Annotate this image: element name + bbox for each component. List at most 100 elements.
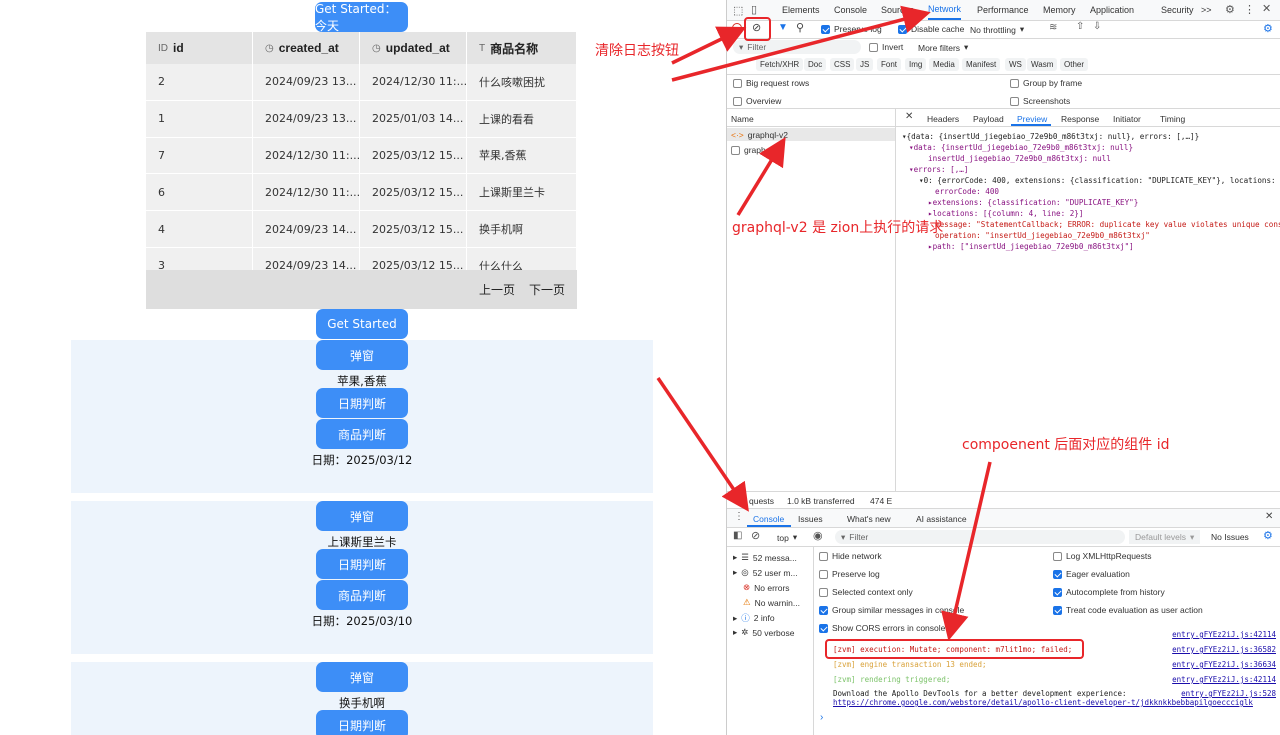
- log-source-link[interactable]: entry.gFYEz2iJ.js:528: [1181, 689, 1276, 698]
- selected-context-checkbox[interactable]: Selected context only: [819, 587, 913, 597]
- date-check-button[interactable]: 日期判断: [316, 549, 408, 579]
- type-filter-img[interactable]: Img: [905, 58, 927, 71]
- big-request-rows-checkbox[interactable]: Big request rows: [733, 78, 809, 88]
- device-toolbar-icon[interactable]: ▯: [751, 3, 757, 16]
- close-icon[interactable]: ✕: [905, 111, 913, 122]
- preview-line[interactable]: ▸locations: [{column: 4, line: 2}]: [928, 209, 1083, 218]
- detail-tab-initiator[interactable]: Initiator: [1113, 114, 1141, 124]
- tab-application[interactable]: Application: [1090, 0, 1134, 20]
- request-row-graphql-v2[interactable]: <·> graphql-v2: [727, 128, 895, 141]
- type-filter-fetch-xhr[interactable]: Fetch/XHR: [756, 58, 804, 71]
- eager-evaluation-checkbox[interactable]: Eager evaluation: [1053, 569, 1130, 579]
- context-select[interactable]: top ▾: [777, 532, 797, 543]
- disable-cache-checkbox[interactable]: Disable cache: [898, 24, 964, 34]
- treat-code-eval-checkbox[interactable]: Treat code evaluation as user action: [1053, 605, 1203, 615]
- group-similar-checkbox[interactable]: Group similar messages in console: [819, 605, 964, 615]
- header-product-name[interactable]: T 商品名称: [467, 32, 577, 64]
- table-row[interactable]: 4 2024/09/23 14... 2025/03/12 15... 换手机啊: [146, 211, 577, 248]
- type-filter-other[interactable]: Other: [1060, 58, 1089, 71]
- header-updated-at[interactable]: ◷ updated_at: [360, 32, 467, 64]
- show-cors-errors-checkbox[interactable]: Show CORS errors in console: [819, 623, 945, 633]
- network-filter-input[interactable]: ▾ Filter: [733, 40, 861, 54]
- tab-network[interactable]: Network: [928, 0, 962, 20]
- filter-funnel-icon[interactable]: ▼: [778, 22, 788, 33]
- drawer-tab-issues[interactable]: Issues: [798, 514, 823, 524]
- name-column-header[interactable]: Name: [731, 114, 754, 124]
- preview-line[interactable]: ▾errors: [,…]: [909, 165, 968, 174]
- drawer-menu-icon[interactable]: ⋮: [734, 511, 744, 522]
- export-har-icon[interactable]: ⇩: [1093, 21, 1101, 32]
- type-filter-ws[interactable]: WS: [1005, 58, 1026, 71]
- network-conditions-icon[interactable]: ≋: [1049, 22, 1057, 33]
- tab-security[interactable]: Security: [1161, 0, 1194, 20]
- type-filter-js[interactable]: JS: [856, 58, 874, 71]
- detail-tab-preview[interactable]: Preview: [1017, 114, 1047, 124]
- settings-gear-icon[interactable]: ⚙: [1225, 3, 1235, 16]
- preview-line[interactable]: ▸path: ["insertUd_jiegebiao_72e9b0_m86t3…: [928, 242, 1134, 251]
- popup-button[interactable]: 弹窗: [316, 501, 408, 531]
- tab-console[interactable]: Console: [834, 0, 867, 20]
- invert-checkbox[interactable]: Invert: [869, 42, 903, 52]
- popup-button[interactable]: 弹窗: [316, 662, 408, 692]
- product-check-button[interactable]: 商品判断: [316, 419, 408, 449]
- clear-console-icon[interactable]: ⊘: [751, 529, 760, 542]
- console-prompt[interactable]: ›: [820, 712, 823, 723]
- preview-line[interactable]: ▾0: {errorCode: 400, extensions: {classi…: [919, 176, 1276, 185]
- sidebar-item-warnings[interactable]: ⚠ No warnin...: [743, 597, 829, 608]
- detail-tab-headers[interactable]: Headers: [927, 114, 959, 124]
- import-har-icon[interactable]: ⇧: [1076, 21, 1084, 32]
- log-source-link[interactable]: entry.gFYEz2iJ.js:36582: [1172, 645, 1276, 654]
- screenshots-checkbox[interactable]: Screenshots: [1010, 96, 1070, 106]
- type-filter-font[interactable]: Font: [877, 58, 902, 71]
- network-settings-icon[interactable]: ⚙: [1263, 22, 1273, 35]
- detail-tab-response[interactable]: Response: [1061, 114, 1099, 124]
- get-started-button[interactable]: Get Started: [316, 309, 408, 339]
- console-filter-input[interactable]: ▾ Filter: [835, 530, 1125, 544]
- type-filter-wasm[interactable]: Wasm: [1027, 58, 1058, 71]
- preview-line[interactable]: ▾data: {insertUd_jiegebiao_72e9b0_m86t3t…: [909, 143, 1133, 152]
- popup-button[interactable]: 弹窗: [316, 340, 408, 370]
- product-check-button[interactable]: 商品判断: [316, 580, 408, 610]
- log-source-link[interactable]: entry.gFYEz2iJ.js:42114: [1172, 630, 1276, 639]
- tab-sources[interactable]: Sources: [881, 0, 914, 20]
- tab-performance[interactable]: Performance: [977, 0, 1029, 20]
- sidebar-item-errors[interactable]: ⊗ No errors: [743, 582, 829, 593]
- close-icon[interactable]: ✕: [1262, 2, 1271, 15]
- record-stop-icon[interactable]: [732, 23, 742, 33]
- table-row[interactable]: 2 2024/09/23 13... 2024/12/30 11:... 什么咳嗽困扰: [146, 64, 577, 101]
- eye-icon[interactable]: ◉: [813, 529, 823, 542]
- date-check-button[interactable]: 日期判断: [316, 388, 408, 418]
- preserve-log-console-checkbox[interactable]: Preserve log: [819, 569, 880, 579]
- more-tabs-button[interactable]: >>: [1201, 0, 1212, 20]
- date-check-button[interactable]: 日期判断: [316, 710, 408, 735]
- request-row-graphql[interactable]: graphq: [731, 145, 770, 155]
- table-row[interactable]: 7 2024/12/30 11:... 2025/03/12 15... 苹果,香蕉: [146, 137, 577, 175]
- get-started-today-button[interactable]: Get Started：今天: [315, 2, 408, 33]
- no-issues-badge[interactable]: No Issues: [1211, 532, 1249, 542]
- console-settings-icon[interactable]: ⚙: [1263, 529, 1273, 542]
- header-id[interactable]: ID id: [146, 32, 253, 64]
- sidebar-item-messages[interactable]: ▸ ☰ 52 messa...: [733, 552, 819, 563]
- preview-line[interactable]: ▾{data: {insertUd_jiegebiao_72e9b0_m86t3…: [902, 132, 1199, 141]
- more-options-icon[interactable]: ⋮: [1244, 3, 1255, 16]
- header-created-at[interactable]: ◷ created_at: [253, 32, 360, 64]
- sidebar-item-user-messages[interactable]: ▸ ◎ 52 user m...: [733, 567, 819, 578]
- more-filters-dropdown[interactable]: More filters ▾: [918, 42, 968, 53]
- overview-checkbox[interactable]: Overview: [733, 96, 781, 106]
- detail-tab-payload[interactable]: Payload: [973, 114, 1004, 124]
- apollo-devtools-link[interactable]: https://chrome.google.com/webstore/detai…: [833, 698, 1277, 707]
- preview-line[interactable]: ▸extensions: {classification: "DUPLICATE…: [928, 198, 1138, 207]
- drawer-tab-whats-new[interactable]: What's new: [847, 514, 891, 524]
- throttling-select[interactable]: No throttling ▾: [970, 24, 1024, 35]
- preserve-log-checkbox[interactable]: Preserve log: [821, 24, 882, 34]
- table-row[interactable]: 1 2024/09/23 13... 2025/01/03 14... 上课的看看: [146, 100, 577, 138]
- sidebar-item-info[interactable]: ▸ ⓘ 2 info: [733, 612, 819, 624]
- drawer-tab-ai-assistance[interactable]: AI assistance: [916, 514, 967, 524]
- group-by-frame-checkbox[interactable]: Group by frame: [1010, 78, 1082, 88]
- type-filter-manifest[interactable]: Manifest: [962, 58, 1001, 71]
- tab-elements[interactable]: Elements: [782, 0, 820, 20]
- type-filter-doc[interactable]: Doc: [804, 58, 827, 71]
- hide-network-checkbox[interactable]: Hide network: [819, 551, 882, 561]
- default-levels-dropdown[interactable]: Default levels ▾: [1129, 530, 1201, 544]
- prev-page-button[interactable]: 上一页: [479, 281, 515, 298]
